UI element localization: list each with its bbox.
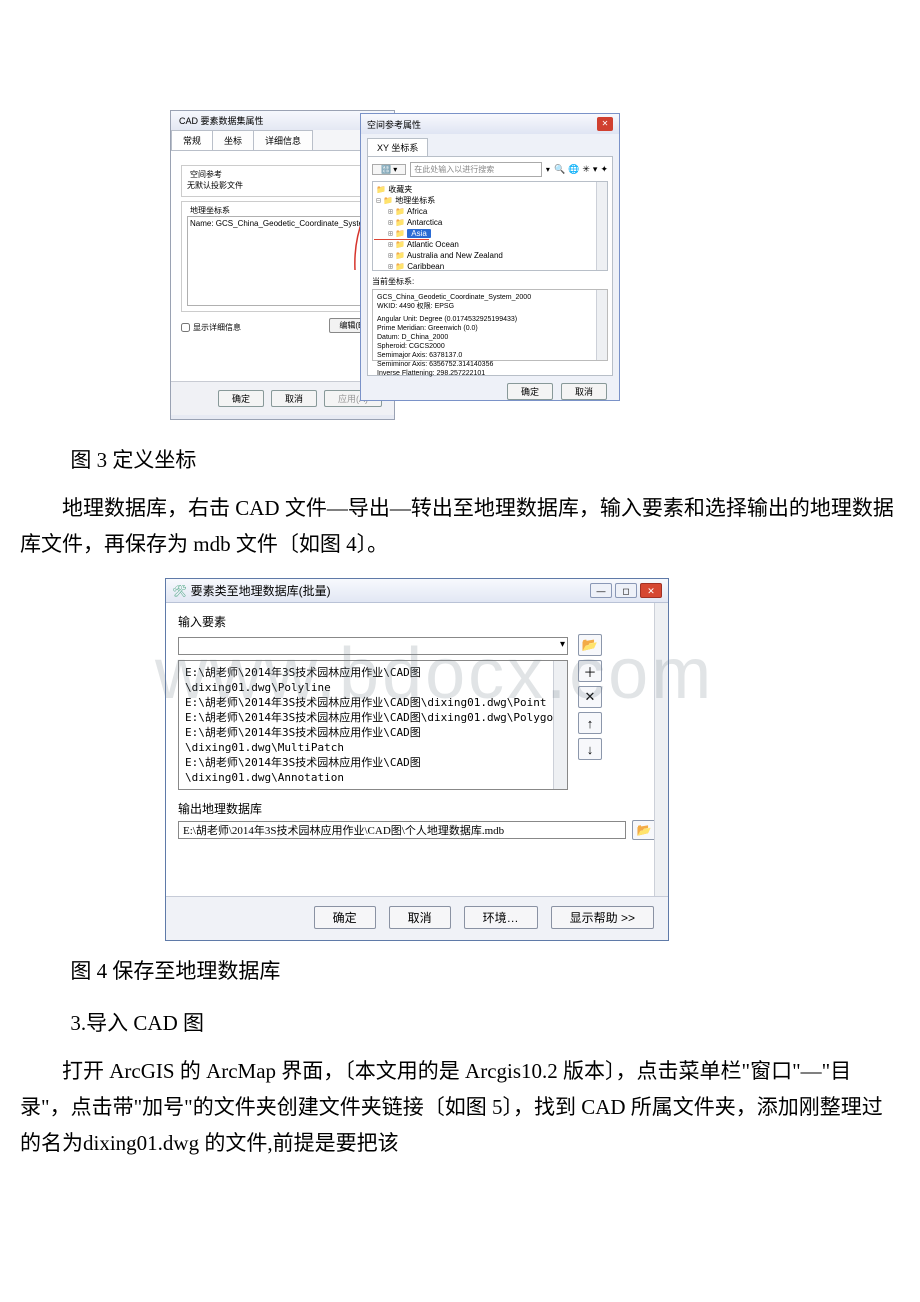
output-gdb-label: 输出地理数据库 xyxy=(178,800,656,817)
figure-4-caption: 图 4 保存至地理数据库 xyxy=(20,955,900,985)
tree-item[interactable]: Caribbean xyxy=(407,262,444,271)
cs-detail-line: Prime Meridian: Greenwich (0.0) xyxy=(377,324,603,333)
star-icon[interactable]: ✦ xyxy=(600,164,608,175)
coordinate-tree[interactable]: 📁 收藏夹 ⊟ 📁 地理坐标系 ⊞ 📁 Africa ⊞ 📁 Antarctic… xyxy=(372,181,608,271)
cs-detail-line: Semimajor Axis: 6378137.0 xyxy=(377,351,603,360)
list-item[interactable]: E:\胡老师\2014年3S技术园林应用作业\CAD图\dixing01.dwg… xyxy=(185,755,561,785)
close-icon[interactable]: ✕ xyxy=(640,583,662,598)
cs-name: GCS_China_Geodetic_Coordinate_System_200… xyxy=(377,293,603,302)
scrollbar[interactable] xyxy=(596,290,607,360)
search-icon[interactable]: 🔍 xyxy=(554,164,565,175)
spatial-reference-dialog: 空间参考属性 ✕ XY 坐标系 🔠 ▾ 在此处输入以进行搜索 ▾ 🔍 🌐 ✳ ▾… xyxy=(360,113,620,401)
cs-detail-line: Datum: D_China_2000 xyxy=(377,333,603,342)
spatial-ref-label: 空间参考 xyxy=(187,169,378,180)
ok-button[interactable]: 确定 xyxy=(507,383,553,400)
help-button[interactable]: 显示帮助 >> xyxy=(551,906,654,929)
input-list[interactable]: E:\胡老师\2014年3S技术园林应用作业\CAD图\dixing01.dwg… xyxy=(178,660,568,790)
tool-icon: 🛠 xyxy=(172,584,187,598)
tab-detail[interactable]: 详细信息 xyxy=(253,130,313,150)
new-icon[interactable]: ✳ xyxy=(582,164,590,175)
globe-icon[interactable]: 🌐 xyxy=(568,164,579,175)
browse-button[interactable]: 📂 xyxy=(578,634,602,656)
tree-item[interactable]: Australia and New Zealand xyxy=(407,251,503,260)
chevron-down-icon[interactable]: ▾ xyxy=(560,639,565,650)
add-button[interactable]: ＋ xyxy=(578,660,602,682)
tree-favorites[interactable]: 收藏夹 xyxy=(388,185,412,194)
input-combobox[interactable]: ▾ xyxy=(178,637,568,655)
tree-item[interactable]: Atlantic Ocean xyxy=(407,240,459,249)
browse-button[interactable]: 📂 xyxy=(632,820,656,840)
remove-button[interactable]: ✕ xyxy=(578,686,602,708)
scrollbar[interactable] xyxy=(596,182,607,270)
paragraph-1: 地理数据库，右击 CAD 文件—导出—转出至地理数据库，输入要素和选择输出的地理… xyxy=(20,490,900,562)
figure-3: CAD 要素数据集属性 常规 坐标 详细信息 空间参考 无默认投影文件 地理坐标… xyxy=(170,110,900,430)
geo-cs-label: 地理坐标系 xyxy=(187,205,378,216)
list-item[interactable]: E:\胡老师\2014年3S技术园林应用作业\CAD图\dixing01.dwg… xyxy=(185,710,561,725)
list-item[interactable]: E:\胡老师\2014年3S技术园林应用作业\CAD图\dixing01.dwg… xyxy=(185,665,561,695)
current-cs-label: 当前坐标系: xyxy=(372,276,608,287)
section-3-heading: 3.导入 CAD 图 xyxy=(20,1007,900,1037)
search-clear-dropdown[interactable]: ▾ xyxy=(546,165,550,174)
cs-wkid: WKID: 4490 权限: EPSG xyxy=(377,302,603,311)
paragraph-2: 打开 ArcGIS 的 ArcMap 界面，〔本文用的是 Arcgis10.2 … xyxy=(20,1053,900,1161)
close-icon[interactable]: ✕ xyxy=(597,117,613,131)
geo-cs-value: Name: GCS_China_Geodetic_Coordinate_Syst… xyxy=(187,216,378,306)
tab-coords[interactable]: 坐标 xyxy=(212,130,254,150)
scope-dropdown[interactable]: 🔠 ▾ xyxy=(372,164,406,175)
tree-root[interactable]: 地理坐标系 xyxy=(395,196,435,205)
scrollbar[interactable] xyxy=(654,603,668,896)
output-gdb-input[interactable] xyxy=(178,821,626,839)
show-detail-label: 显示详细信息 xyxy=(193,322,241,333)
cs-detail-box: GCS_China_Geodetic_Coordinate_System_200… xyxy=(372,289,608,361)
show-detail-checkbox[interactable]: 显示详细信息 xyxy=(181,322,241,333)
chevron-down-icon: ▾ xyxy=(393,165,397,174)
figure-3-caption: 图 3 定义坐标 xyxy=(20,444,900,474)
ok-button[interactable]: 确定 xyxy=(218,390,264,407)
cancel-button[interactable]: 取消 xyxy=(271,390,317,407)
tree-item-selected[interactable]: Asia xyxy=(407,229,431,238)
minimize-icon[interactable]: — xyxy=(590,583,612,598)
cs-detail-line: Inverse Flattening: 298.257222101 xyxy=(377,369,603,378)
move-down-button[interactable]: ↓ xyxy=(578,738,602,760)
tab-xy[interactable]: XY 坐标系 xyxy=(367,138,428,156)
env-button[interactable]: 环境… xyxy=(464,906,538,929)
dialog-title: 空间参考属性 xyxy=(367,118,421,131)
list-item[interactable]: E:\胡老师\2014年3S技术园林应用作业\CAD图\dixing01.dwg… xyxy=(185,725,561,755)
tree-item[interactable]: Antarctica xyxy=(407,218,443,227)
chevron-down-icon[interactable]: ▾ xyxy=(593,164,598,175)
move-up-button[interactable]: ↑ xyxy=(578,712,602,734)
cs-detail-line: Semiminor Axis: 6356752.314140356 xyxy=(377,360,603,369)
list-item[interactable]: E:\胡老师\2014年3S技术园林应用作业\CAD图\dixing01.dwg… xyxy=(185,695,561,710)
cancel-button[interactable]: 取消 xyxy=(561,383,607,400)
tree-item[interactable]: Africa xyxy=(407,207,427,216)
feature-to-gdb-dialog: 🛠 要素类至地理数据库(批量) — ◻ ✕ 输入要素 ▾ xyxy=(165,578,669,941)
cancel-button[interactable]: 取消 xyxy=(389,906,451,929)
cs-detail-line: Spheroid: CGCS2000 xyxy=(377,342,603,351)
checkbox-icon[interactable] xyxy=(181,323,190,332)
maximize-icon[interactable]: ◻ xyxy=(615,583,637,598)
ok-button[interactable]: 确定 xyxy=(314,906,376,929)
input-features-label: 输入要素 xyxy=(178,613,656,630)
dialog-title: 要素类至地理数据库(批量) xyxy=(191,584,331,598)
scrollbar[interactable] xyxy=(553,661,567,789)
cs-detail-line: Angular Unit: Degree (0.0174532925199433… xyxy=(377,315,603,324)
annotation-underline xyxy=(374,239,429,240)
spatial-ref-value: 无默认投影文件 xyxy=(187,180,378,191)
tab-general[interactable]: 常规 xyxy=(171,130,213,150)
search-input[interactable]: 在此处输入以进行搜索 xyxy=(410,162,542,177)
